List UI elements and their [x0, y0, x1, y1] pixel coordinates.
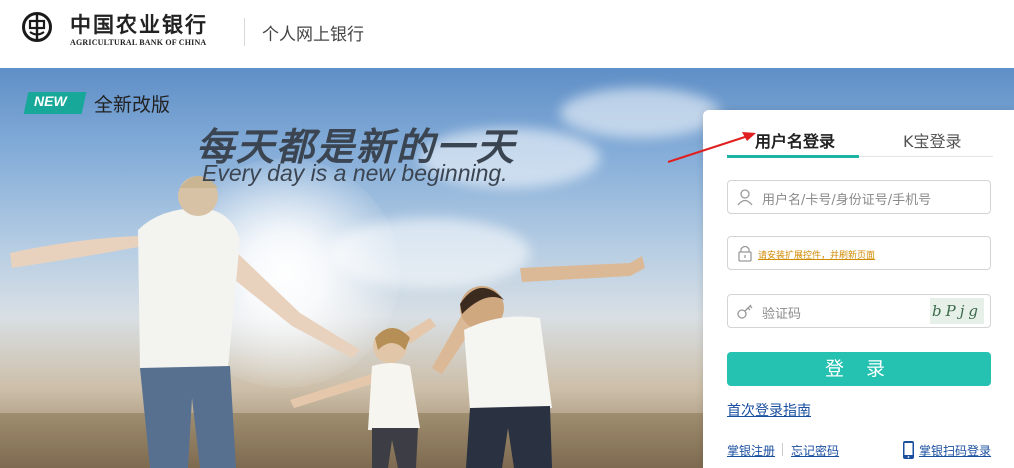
forgot-password-link[interactable]: 忘记密码: [791, 442, 839, 459]
tab-active-indicator: [727, 155, 859, 158]
username-placeholder: 用户名/卡号/身份证号/手机号: [762, 193, 932, 208]
first-login-guide-link[interactable]: 首次登录指南: [727, 400, 811, 420]
captcha-input[interactable]: 验证码 bPjg: [727, 294, 991, 328]
captcha-image[interactable]: bPjg: [930, 298, 984, 324]
tab-username-login[interactable]: 用户名登录: [755, 128, 835, 152]
bank-name-en: AGRICULTURAL BANK OF CHINA: [70, 38, 207, 47]
header-divider: [244, 18, 245, 46]
site-header: 中国农业银行 AGRICULTURAL BANK OF CHINA 个人网上银行: [0, 0, 1014, 68]
phone-icon[interactable]: [902, 440, 915, 460]
lock-icon: [738, 245, 752, 262]
tab-kbao-login[interactable]: K宝登录: [903, 128, 962, 152]
section-title: 个人网上银行: [262, 25, 364, 45]
key-icon: [737, 304, 753, 319]
login-button[interactable]: 登 录: [727, 352, 991, 386]
new-badge: NEW: [34, 93, 67, 109]
install-plugin-link[interactable]: 请安装扩展控件，并刷新页面: [758, 248, 875, 261]
register-link[interactable]: 掌银注册: [727, 442, 775, 459]
captcha-placeholder: 验证码: [762, 307, 802, 322]
link-separator: [782, 443, 783, 456]
user-icon: [737, 189, 753, 206]
bank-name-cn: 中国农业银行: [70, 12, 208, 37]
abc-logo-icon[interactable]: [22, 12, 52, 42]
new-badge-label: 全新改版: [94, 94, 171, 116]
slogan-en: Every day is a new beginning.: [202, 160, 508, 186]
password-input[interactable]: 请安装扩展控件，并刷新页面: [727, 236, 991, 270]
scan-login-link[interactable]: 掌银扫码登录: [919, 442, 991, 459]
login-panel: 用户名登录 K宝登录 用户名/卡号/身份证号/手机号 请安装扩展控件，并刷新页面…: [703, 110, 1014, 468]
username-input[interactable]: 用户名/卡号/身份证号/手机号: [727, 180, 991, 214]
